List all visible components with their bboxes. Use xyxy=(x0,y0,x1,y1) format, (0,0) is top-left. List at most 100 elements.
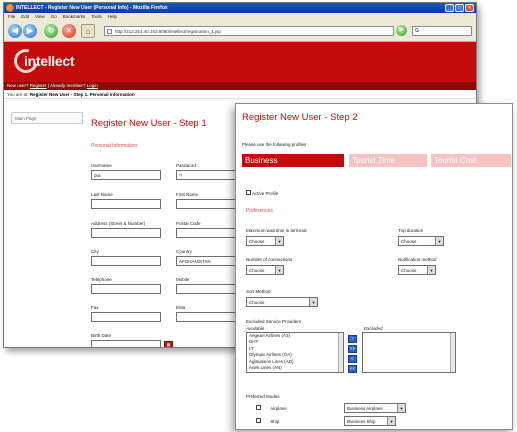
move-all-left-button[interactable]: << xyxy=(348,365,357,373)
airplane-mode-value: Business Airplane xyxy=(347,406,383,411)
chevron-down-icon: ▼ xyxy=(387,417,395,425)
url-bar[interactable]: http://212.251.40.163:8080/intellect/reg… xyxy=(104,26,394,36)
menu-help[interactable]: Help xyxy=(108,13,117,21)
chevron-down-icon: ▼ xyxy=(275,266,283,274)
url-text: http://212.251.40.163:8080/intellect/reg… xyxy=(115,29,221,34)
available-providers-list[interactable]: Aegean Airlines (A3) DHY LT Olympic Airl… xyxy=(246,332,344,373)
menu-view[interactable]: View xyxy=(35,13,45,21)
stop-button[interactable]: × xyxy=(62,24,76,38)
step2-window: Register New User - Step 2 Please use th… xyxy=(235,103,513,430)
reload-icon: ↻ xyxy=(47,26,55,35)
first-name-label: First Name xyxy=(176,192,199,197)
city-input[interactable] xyxy=(91,256,161,266)
airplane-label: Airplane xyxy=(270,406,287,411)
tab-business[interactable]: Business xyxy=(242,154,344,167)
max-wait-select[interactable]: Choose ▼ xyxy=(246,236,284,246)
preferences-heading: Preferences xyxy=(246,208,273,214)
menu-tools[interactable]: Tools xyxy=(91,13,102,21)
birth-date-input[interactable] xyxy=(91,340,161,347)
city-label: City xyxy=(91,249,99,254)
site-banner: intellect xyxy=(4,42,476,82)
username-input[interactable]: pra xyxy=(91,170,161,180)
reload-button[interactable]: ↻ xyxy=(44,24,58,38)
notification-value: Choose xyxy=(401,268,417,273)
last-name-input[interactable] xyxy=(91,199,161,209)
profiles-instructions: Please use the following profiles xyxy=(242,142,307,147)
chevron-down-icon: ▼ xyxy=(435,237,443,245)
move-all-right-button[interactable]: >> xyxy=(348,345,357,353)
breadcrumb-path: Register New User - Step 1. Personal Inf… xyxy=(29,92,135,97)
chevron-down-icon: ▼ xyxy=(309,298,317,306)
available-list-scrollbar[interactable] xyxy=(338,333,343,372)
trip-duration-value: Choose xyxy=(401,239,417,244)
menu-edit[interactable]: Edit xyxy=(21,13,29,21)
home-icon: ⌂ xyxy=(85,27,91,36)
connections-select[interactable]: Choose ▼ xyxy=(246,265,284,275)
menu-bookmarks[interactable]: Bookmarks xyxy=(63,13,86,21)
menu-bar: File Edit View Go Bookmarks Tools Help xyxy=(4,13,476,21)
step1-title: Register New User - Step 1 xyxy=(91,118,207,129)
address-label: Address (Street & Number) xyxy=(91,221,146,226)
close-button[interactable]: × xyxy=(465,4,474,12)
trip-duration-label: Trip duration xyxy=(398,228,424,233)
preferred-modes-label: Preferred Modes xyxy=(246,394,280,399)
trip-duration-select[interactable]: Choose ▼ xyxy=(398,236,444,246)
tab-tourist-cost[interactable]: Tourist Cost xyxy=(431,154,511,167)
stop-icon: × xyxy=(66,26,72,35)
telephone-input[interactable] xyxy=(91,284,161,294)
main-page-link[interactable]: Main Page xyxy=(11,112,83,124)
excluded-providers-list[interactable] xyxy=(362,332,456,373)
login-link[interactable]: Login xyxy=(87,83,98,88)
connections-label: Number of connections xyxy=(246,257,293,262)
sort-method-select[interactable]: Choose ▼ xyxy=(246,297,318,307)
forward-button[interactable]: ▶ xyxy=(23,24,37,38)
address-input[interactable] xyxy=(91,228,161,238)
maximize-button[interactable]: □ xyxy=(455,4,464,12)
ship-checkbox[interactable] xyxy=(256,418,261,423)
birth-date-label: Birth Date xyxy=(91,333,112,338)
minimize-button[interactable]: _ xyxy=(445,4,454,12)
back-button[interactable]: ◀ xyxy=(8,24,22,38)
active-profile-label: Active Profile xyxy=(252,191,279,196)
max-wait-label: Maximum wait time in terminal xyxy=(246,228,307,233)
email-label: EMa xyxy=(176,305,186,310)
menu-go[interactable]: Go xyxy=(51,13,57,21)
tab-tourist-time[interactable]: Tourist Time xyxy=(349,154,427,167)
mode-row-airplane: Airplane xyxy=(256,405,287,411)
airplane-mode-select[interactable]: Business Airplane ▼ xyxy=(344,403,406,413)
excluded-list-scrollbar[interactable] xyxy=(450,333,455,372)
go-button[interactable]: ▶ xyxy=(396,25,407,36)
move-right-button[interactable]: > xyxy=(348,335,357,343)
last-name-label: Last Name xyxy=(91,192,113,197)
menu-file[interactable]: File xyxy=(8,13,15,21)
fax-input[interactable] xyxy=(91,312,161,322)
back-arrow-icon: ◀ xyxy=(11,26,19,35)
move-left-button[interactable]: < xyxy=(348,355,357,363)
notification-label: Notification method xyxy=(398,257,437,262)
firefox-icon xyxy=(6,4,14,12)
sort-method-value: Choose xyxy=(249,300,265,305)
title-bar: INTELLECT - Register New User (Personal … xyxy=(4,3,476,13)
search-box[interactable]: G xyxy=(412,26,472,36)
chevron-down-icon: ▼ xyxy=(427,266,435,274)
register-link[interactable]: Register xyxy=(30,83,47,88)
personal-info-heading: Personal Information xyxy=(91,143,138,149)
list-item[interactable]: Anek Lines (AN) xyxy=(249,365,343,371)
window-controls: _ □ × xyxy=(445,4,474,12)
fax-label: Fax xyxy=(91,305,99,310)
airplane-checkbox[interactable] xyxy=(256,405,261,410)
mode-row-ship: Ship xyxy=(256,418,279,424)
page-icon xyxy=(107,29,112,34)
home-button[interactable]: ⌂ xyxy=(81,24,95,38)
sort-method-label: Sort Method xyxy=(246,289,271,294)
ship-mode-select[interactable]: Business Ship ▼ xyxy=(344,416,396,426)
search-engine-icon: G xyxy=(415,28,419,34)
country-label: Country xyxy=(176,249,192,254)
navigation-toolbar: ◀ ▶ ↻ × ⌂ http://212.251.40.163:8080/int… xyxy=(4,21,476,42)
ship-mode-value: Business Ship xyxy=(347,419,376,424)
telephone-label: Telephone xyxy=(91,277,112,282)
step2-title: Register New User - Step 2 xyxy=(242,112,358,123)
active-profile-checkbox[interactable] xyxy=(246,190,251,195)
calendar-icon[interactable]: ▦ xyxy=(164,341,173,347)
notification-select[interactable]: Choose ▼ xyxy=(398,265,436,275)
